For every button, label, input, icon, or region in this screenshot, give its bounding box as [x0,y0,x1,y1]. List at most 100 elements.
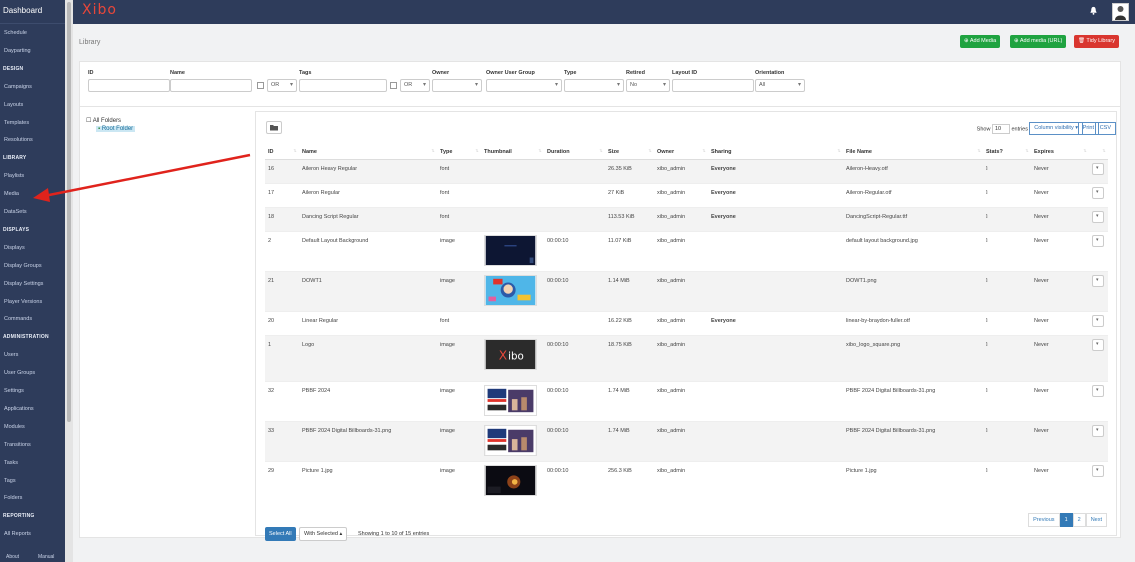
thumbnail-image[interactable] [484,234,537,266]
filter-owner-group-label: Owner User Group [486,70,535,76]
sidebar-item-templates[interactable]: Templates [4,120,29,126]
sidebar-item-user-groups[interactable]: User Groups [4,370,35,376]
row-actions-dropdown[interactable] [1092,424,1104,437]
select-all-button[interactable]: Select All [265,527,296,541]
tidy-library-button[interactable]: 🗑 Tidy Library [1074,35,1119,48]
table-row[interactable]: 16 Aileron Heavy Regular font 26.35 KiB xibo… [265,158,1108,183]
column-header-sharing[interactable]: Sharing [708,145,843,160]
row-actions-dropdown[interactable] [1092,314,1104,327]
sidebar-item-player-versions[interactable]: Player Versions [4,299,42,305]
pagination-next[interactable]: Next [1085,513,1107,527]
thumbnail-image[interactable] [484,424,537,456]
table-row[interactable]: 29 Picture 1.jpg image 00:00:10 256.3 KiB xib… [265,460,1108,501]
sidebar-item-users[interactable]: Users [4,352,18,358]
filter-tags-input[interactable] [299,79,387,92]
sidebar-item-display-groups[interactable]: Display Groups [4,263,42,269]
thumbnail-image[interactable] [484,464,537,496]
scrollbar-thumb[interactable] [67,2,71,422]
row-actions-dropdown[interactable] [1092,384,1104,397]
sidebar-item-schedule[interactable]: Schedule [4,30,27,36]
column-header-file-name[interactable]: File Name [843,145,983,160]
thumbnail-image[interactable]: Xibo [484,338,537,370]
sidebar-item-transitions[interactable]: Transitions [4,442,31,448]
sidebar-scrollbar[interactable] [65,0,73,562]
xibo-logo[interactable]: Xibo [82,2,117,18]
table-row[interactable]: 20 Linear Regular font 16.22 KiB xibo_admin E… [265,310,1108,335]
thumbnail-image[interactable] [484,384,537,416]
column-header-size[interactable]: Size [605,145,654,160]
sidebar-item-folders[interactable]: Folders [4,495,22,501]
add-media-url-button[interactable]: ⊕ Add media (URL) [1010,35,1067,48]
folder-toggle-button[interactable] [266,121,282,134]
manual-link[interactable]: Manual [38,554,54,560]
user-avatar[interactable] [1112,3,1129,21]
filter-owner-group-select[interactable] [486,79,562,92]
sidebar-item-settings[interactable]: Settings [4,388,24,394]
filter-retired-select[interactable]: No [626,79,670,92]
filter-orientation-select[interactable]: All [755,79,805,92]
column-visibility-button[interactable]: Column visibility ▾ [1029,122,1083,135]
table-row[interactable]: 21 DOWT1 image 00:00:10 1.14 MiB xibo_admin DO… [265,270,1108,311]
column-header-owner[interactable]: Owner [654,145,708,160]
pagination-previous[interactable]: Previous [1028,513,1060,527]
filter-name-input[interactable] [170,79,252,92]
row-actions-dropdown[interactable] [1092,162,1104,175]
table-row[interactable]: 18 Dancing Script Regular font 113.53 KiB xi… [265,206,1108,231]
filter-layout-id-input[interactable] [672,79,754,92]
column-header-expires[interactable]: Expires [1031,145,1089,160]
table-row[interactable]: 17 Aileron Regular font 27 KiB xibo_admin Eve… [265,182,1108,207]
filter-name-logical-select[interactable]: OR [267,79,297,92]
column-header-name[interactable]: Name [299,145,437,160]
table-row[interactable]: 1 Logo image Xibo 00:00:10 18.75 KiB xibo_admi… [265,334,1108,381]
sidebar-item-campaigns[interactable]: Campaigns [4,84,32,90]
tree-root-folder[interactable]: ▪ Root Folder [96,126,136,132]
filter-owner-select[interactable] [432,79,482,92]
row-actions-dropdown[interactable] [1092,338,1104,351]
media-table-card: Show 10 entries Column visibility ▾ Prin… [255,111,1117,541]
table-row[interactable]: 32 PBBF 2024 image 00:00:10 1.74 MiB xibo_adm… [265,380,1108,421]
cell-id: 29 [265,460,299,501]
column-header-stats-[interactable]: Stats? [983,145,1031,160]
tree-all-folders[interactable]: ☐ All Folders [86,117,121,124]
row-actions-dropdown[interactable] [1092,210,1104,223]
csv-button[interactable]: CSV [1094,122,1116,135]
table-row[interactable]: 33 PBBF 2024 Digital Billboards-31.png ima… [265,420,1108,461]
sidebar-item-layouts[interactable]: Layouts [4,102,23,108]
row-actions-dropdown[interactable] [1092,186,1104,199]
column-header-type[interactable]: Type [437,145,481,160]
filter-type-select[interactable] [564,79,624,92]
sidebar-item-tags[interactable]: Tags [4,478,16,484]
row-actions-dropdown[interactable] [1092,274,1104,287]
sidebar-brand-dashboard[interactable]: Dashboard [0,0,66,24]
sidebar-item-tasks[interactable]: Tasks [4,460,18,466]
sidebar-item-media[interactable]: Media [4,191,19,197]
sidebar-item-resolutions[interactable]: Resolutions [4,137,33,143]
about-link[interactable]: About [6,554,19,560]
pagination-page-2[interactable]: 2 [1072,513,1086,527]
sidebar-item-displays[interactable]: Displays [4,245,25,251]
sidebar-item-applications[interactable]: Applications [4,406,34,412]
filter-tags-exact-checkbox[interactable] [390,82,397,89]
table-row[interactable]: 2 Default Layout Background image 00:00:10 1… [265,230,1108,271]
sidebar-item-playlists[interactable]: Playlists [4,173,24,179]
bell-icon[interactable] [1089,6,1098,15]
sidebar-item-commands[interactable]: Commands [4,316,32,322]
add-media-button[interactable]: ⊕ Add Media [960,35,1001,48]
sidebar-item-modules[interactable]: Modules [4,424,25,430]
sidebar-item-all-reports[interactable]: All Reports [4,531,31,537]
with-selected-button[interactable]: With Selected ▴ [299,527,348,541]
sidebar-item-datasets[interactable]: DataSets [4,209,27,215]
row-actions-dropdown[interactable] [1092,464,1104,477]
column-header-thumbnail[interactable]: Thumbnail [481,145,544,160]
column-header-duration[interactable]: Duration [544,145,605,160]
sidebar-item-display-settings[interactable]: Display Settings [4,281,43,287]
filter-tags-logical-select[interactable]: OR [400,79,430,92]
thumbnail-image[interactable] [484,274,537,306]
column-header-id[interactable]: ID [265,145,299,160]
filter-name-exact-checkbox[interactable] [257,82,264,89]
sidebar-item-dayparting[interactable]: Dayparting [4,48,31,54]
page-length-select[interactable]: 10 [991,124,1010,134]
row-actions-dropdown[interactable] [1092,234,1104,247]
filter-id-input[interactable] [88,79,170,92]
pagination-page-1[interactable]: 1 [1059,513,1073,527]
